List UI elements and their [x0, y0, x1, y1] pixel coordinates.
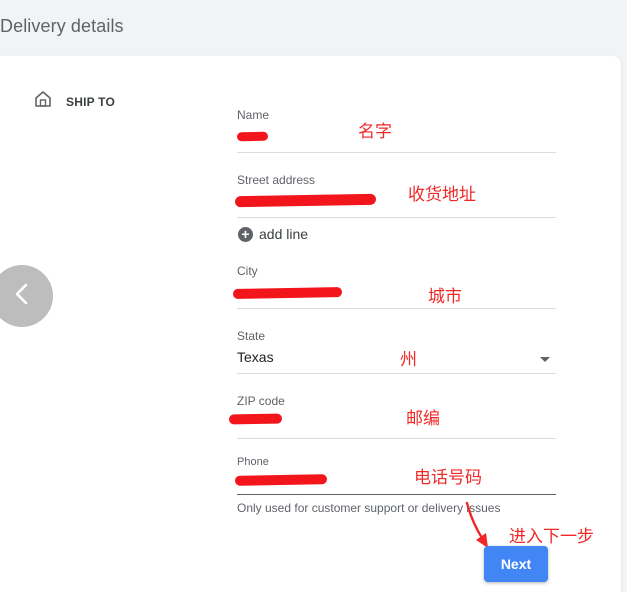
- page-title: Delivery details: [0, 16, 124, 36]
- city-field[interactable]: City: [232, 259, 556, 309]
- zip-redaction: [228, 413, 283, 425]
- name-label: Name: [237, 108, 270, 122]
- street-redaction: [234, 193, 377, 208]
- zip-annotation: 邮编: [406, 409, 440, 429]
- ship-to-label: SHIP TO: [66, 94, 115, 109]
- street-annotation: 收货地址: [408, 185, 476, 205]
- name-field[interactable]: Name: [236, 103, 556, 153]
- name-annotation: 名字: [358, 122, 392, 142]
- add-line-label: add line: [259, 226, 309, 242]
- red-arrow-icon: [465, 501, 488, 548]
- phone-redaction: [234, 474, 328, 486]
- state-select[interactable]: State Texas: [237, 324, 556, 374]
- add-line-button[interactable]: + add line: [238, 226, 308, 242]
- city-label: City: [237, 264, 258, 278]
- dropdown-arrow-icon[interactable]: [540, 357, 550, 362]
- zip-code-field[interactable]: ZIP code: [228, 389, 556, 439]
- state-value: Texas: [237, 349, 274, 365]
- name-redaction: [236, 131, 269, 142]
- next-annotation: 进入下一步: [509, 527, 594, 547]
- ship-to-section: SHIP TO: [34, 90, 115, 113]
- street-address-field[interactable]: Street address: [234, 168, 556, 218]
- next-button[interactable]: Next: [484, 546, 548, 582]
- city-annotation: 城市: [428, 287, 462, 307]
- plus-icon: +: [238, 226, 253, 242]
- street-address-label: Street address: [237, 173, 316, 187]
- phone-field[interactable]: Phone: [234, 454, 556, 495]
- state-label: State: [237, 329, 266, 343]
- city-redaction: [232, 287, 343, 299]
- chevron-left-icon: [12, 282, 32, 311]
- home-icon: [34, 90, 52, 113]
- zip-code-label: ZIP code: [237, 394, 285, 408]
- phone-label: Phone: [237, 456, 269, 468]
- phone-helper-text: Only used for customer support or delive…: [237, 501, 501, 515]
- state-annotation: 州: [400, 350, 417, 370]
- phone-annotation: 电话号码: [414, 468, 482, 488]
